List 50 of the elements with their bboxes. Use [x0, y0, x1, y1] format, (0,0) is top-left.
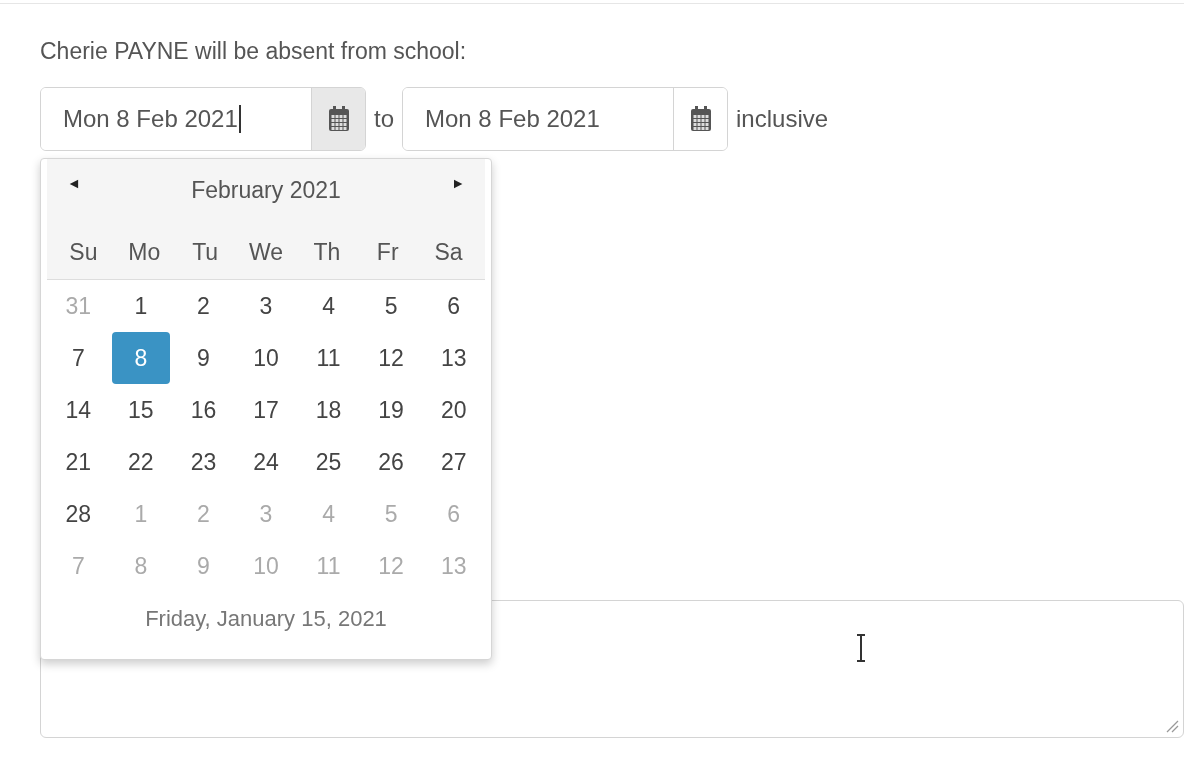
day-cell[interactable]: 16: [174, 384, 233, 436]
day-cell[interactable]: 4: [299, 280, 358, 332]
day-cell[interactable]: 21: [49, 436, 108, 488]
day-cell[interactable]: 17: [236, 384, 296, 436]
weekday-label: Mo: [127, 237, 162, 267]
weekday-label: Fr: [375, 237, 400, 267]
day-cell[interactable]: 10: [236, 332, 296, 384]
day-cell[interactable]: 14: [49, 384, 108, 436]
next-month-button[interactable]: ►: [445, 169, 471, 197]
day-cell[interactable]: 15: [111, 384, 171, 436]
day-cell[interactable]: 2: [174, 280, 233, 332]
text-caret: [238, 105, 241, 133]
end-date-field[interactable]: Mon 8 Feb 2021: [402, 87, 728, 151]
weekday-label: Tu: [191, 237, 220, 267]
weekday-label: Su: [68, 237, 99, 267]
calendar-icon: [689, 106, 712, 132]
today-link[interactable]: Friday, January 15, 2021: [145, 606, 387, 632]
day-cell[interactable]: 26: [361, 436, 421, 488]
calendar-button[interactable]: [673, 88, 727, 150]
start-date-field[interactable]: Mon 8 Feb 2021: [40, 87, 366, 151]
day-cell[interactable]: 7: [49, 332, 108, 384]
month-title: February 2021: [191, 177, 341, 204]
day-cell[interactable]: 25: [299, 436, 358, 488]
calendar-icon: [327, 106, 350, 132]
weekday-label: Sa: [433, 237, 464, 267]
resize-grip-icon[interactable]: [1165, 719, 1179, 733]
day-cell[interactable]: 13: [424, 332, 483, 384]
day-cell[interactable]: 11: [299, 332, 358, 384]
absence-sentence: Cherie PAYNE will be absent from school:: [40, 38, 468, 65]
weekday-label: We: [247, 237, 285, 267]
day-cell[interactable]: 1: [111, 280, 171, 332]
day-cell[interactable]: 9: [174, 332, 233, 384]
day-cell[interactable]: 28: [49, 488, 108, 540]
previous-month-button[interactable]: ◄: [61, 169, 87, 197]
day-cell[interactable]: 20: [424, 384, 483, 436]
inclusive-label: inclusive: [736, 105, 829, 133]
day-cell[interactable]: 3: [236, 280, 296, 332]
day-cell[interactable]: 18: [299, 384, 358, 436]
text-cursor-icon: [855, 634, 867, 662]
day-cell[interactable]: 12: [361, 332, 421, 384]
day-cell[interactable]: 19: [361, 384, 421, 436]
day-cell[interactable]: 5: [361, 280, 421, 332]
day-cell[interactable]: 6: [424, 280, 483, 332]
weekday-label: Th: [312, 237, 342, 267]
day-cell[interactable]: 24: [236, 436, 296, 488]
to-label: to: [374, 105, 394, 133]
day-cell[interactable]: 23: [174, 436, 233, 488]
day-cell[interactable]: 27: [424, 436, 483, 488]
day-cell[interactable]: 22: [111, 436, 171, 488]
calendar-button[interactable]: [311, 88, 365, 150]
